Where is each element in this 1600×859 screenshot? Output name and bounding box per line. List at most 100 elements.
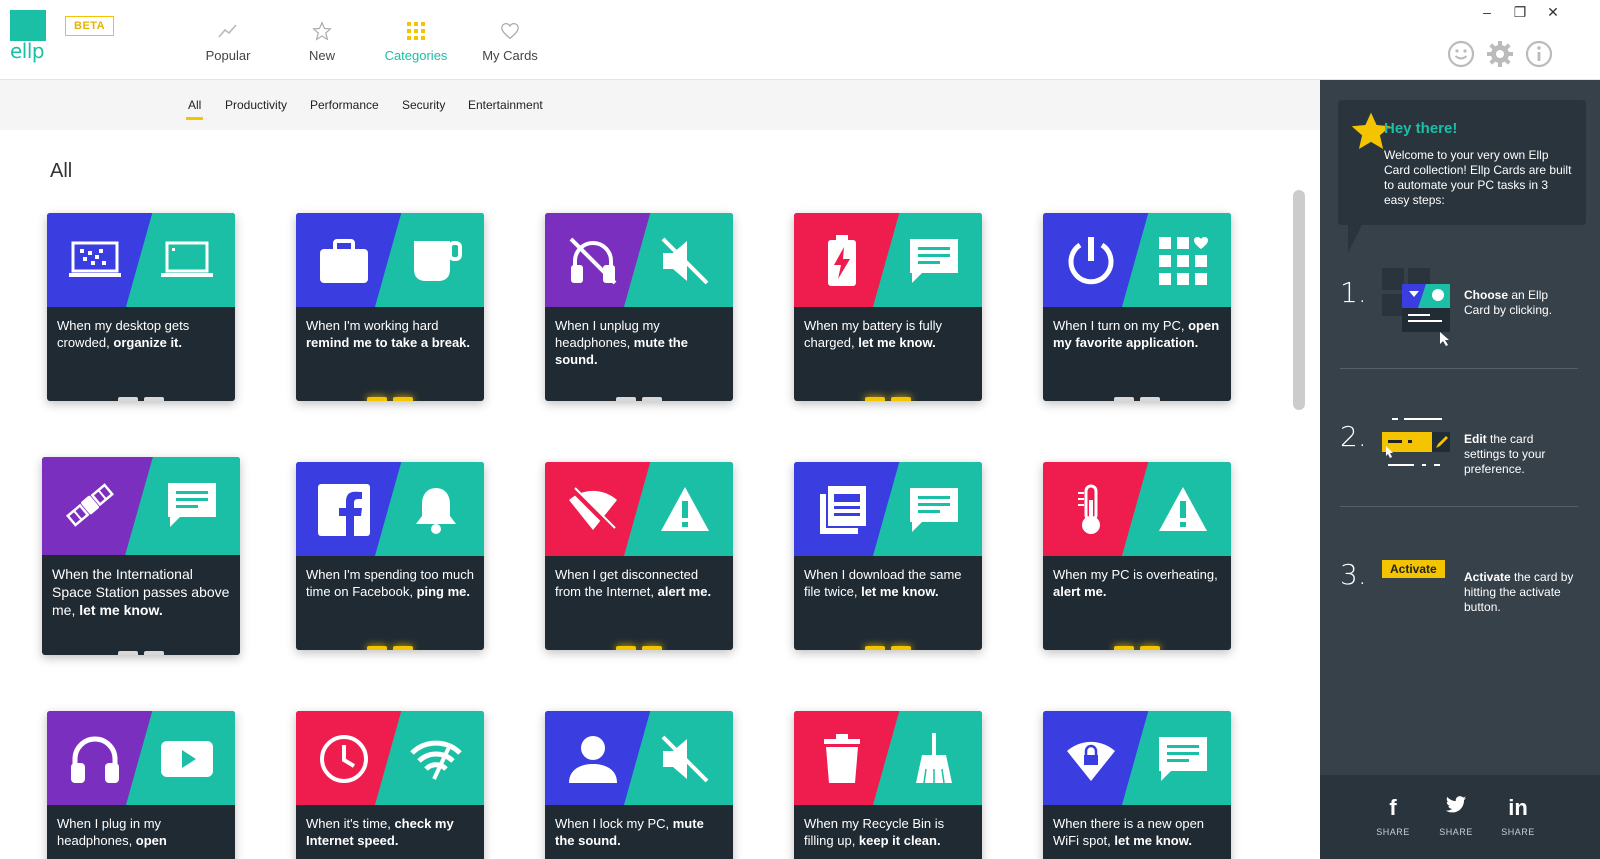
- card-art: [1043, 711, 1231, 805]
- wifi-lock-icon: [1065, 733, 1117, 785]
- ellp-card[interactable]: When my Recycle Bin is filling up, keep …: [794, 711, 982, 859]
- message-icon: [908, 484, 960, 536]
- card-description: When the International Space Station pas…: [52, 566, 230, 618]
- card-art: [296, 462, 484, 556]
- twitter-icon: [1436, 795, 1476, 823]
- filter-entertainment[interactable]: Entertainment: [468, 98, 543, 112]
- briefcase-icon: [318, 235, 370, 287]
- ellp-card[interactable]: When I get disconnected from the Interne…: [545, 462, 733, 650]
- ellp-card[interactable]: When I plug in my headphones, open: [47, 711, 235, 859]
- ellp-card[interactable]: When I'm working hard remind me to take …: [296, 213, 484, 401]
- card-art: [545, 462, 733, 556]
- user-icon: [567, 733, 619, 785]
- filter-performance[interactable]: Performance: [310, 98, 379, 112]
- filter-productivity[interactable]: Productivity: [225, 98, 287, 112]
- ellp-card[interactable]: When my PC is overheating, alert me.: [1043, 462, 1231, 650]
- card-description: When my desktop gets crowded, organize i…: [57, 318, 190, 350]
- welcome-bubble: Hey there! Welcome to your very own Ellp…: [1338, 100, 1586, 253]
- twitter-share-button[interactable]: SHARE: [1436, 795, 1476, 837]
- ellp-logo[interactable]: ellp: [10, 10, 46, 63]
- divider: [1340, 368, 1578, 369]
- card-description: When I plug in my headphones, open: [57, 816, 167, 848]
- linkedin-icon: in: [1508, 795, 1528, 820]
- step-2: 2. Edit the card settings to your prefer…: [1340, 410, 1580, 510]
- gear-icon[interactable]: [1485, 39, 1515, 69]
- heart-icon: [501, 23, 519, 40]
- ellp-card[interactable]: When my battery is fully charged, let me…: [794, 213, 982, 401]
- card-status-indicator: [367, 396, 413, 401]
- card-description: When I'm working hard remind me to take …: [306, 318, 471, 350]
- card-art: [296, 213, 484, 307]
- mute-icon: [659, 235, 711, 287]
- ellp-card[interactable]: When I download the same file twice, let…: [794, 462, 982, 650]
- ellp-card[interactable]: When there is a new open WiFi spot, let …: [1043, 711, 1231, 859]
- card-description: When I get disconnected from the Interne…: [555, 567, 712, 599]
- ellp-card[interactable]: When I unplug my headphones, mute the so…: [545, 213, 733, 401]
- close-button[interactable]: ✕: [1538, 4, 1568, 21]
- card-description: When my PC is overheating, alert me.: [1053, 567, 1218, 599]
- card-art: [545, 711, 733, 805]
- tab-popular[interactable]: Popular: [178, 18, 278, 63]
- facebook-icon: [318, 484, 370, 536]
- greeting: Hey there!: [1384, 120, 1458, 137]
- step-1-text: Choose an Ellp Card by clicking.: [1464, 288, 1553, 317]
- message-icon: [1157, 733, 1209, 785]
- card-art: [42, 457, 240, 555]
- activate-illustration: Activate: [1382, 560, 1445, 578]
- tab-categories[interactable]: Categories: [366, 18, 466, 63]
- card-description: When I download the same file twice, let…: [804, 567, 962, 599]
- facebook-icon: f: [1389, 795, 1397, 820]
- minimize-button[interactable]: –: [1472, 4, 1502, 20]
- star-icon: [312, 21, 332, 41]
- card-description: When my Recycle Bin is filling up, keep …: [804, 816, 945, 848]
- step-number: 1.: [1340, 276, 1367, 309]
- card-art: [296, 711, 484, 805]
- tab-my-cards-label: My Cards: [482, 48, 538, 63]
- card-status-indicator: [616, 645, 662, 650]
- card-art: [47, 711, 235, 805]
- step-3: 3. Activate Activate the card by hitting…: [1340, 548, 1580, 648]
- tab-new[interactable]: New: [272, 18, 372, 63]
- divider: [1340, 506, 1578, 507]
- filter-all[interactable]: All: [185, 98, 204, 120]
- youtube-icon: [161, 733, 213, 785]
- category-filter-bar: All Productivity Performance Security En…: [0, 80, 1320, 130]
- bell-icon: [410, 484, 462, 536]
- section-title: All: [50, 160, 73, 182]
- warning-icon: [1157, 484, 1209, 536]
- thermometer-icon: [1065, 484, 1117, 536]
- ellp-card[interactable]: When it's time, check my Internet speed.: [296, 711, 484, 859]
- card-status-indicator: [118, 396, 164, 401]
- apps-heart-icon: [1157, 235, 1209, 287]
- tab-new-label: New: [308, 48, 335, 63]
- filter-security[interactable]: Security: [402, 98, 445, 112]
- battery-charging-icon: [816, 235, 868, 287]
- ellp-card[interactable]: When I lock my PC, mute the sound.: [545, 711, 733, 859]
- card-art: [545, 213, 733, 307]
- ellp-card[interactable]: When the International Space Station pas…: [42, 457, 240, 655]
- facebook-share-button[interactable]: f SHARE: [1373, 795, 1413, 837]
- ellp-card[interactable]: When I'm spending too much time on Faceb…: [296, 462, 484, 650]
- ellp-card[interactable]: When I turn on my PC, open my favorite a…: [1043, 213, 1231, 401]
- card-art: [794, 711, 982, 805]
- trash-icon: [816, 733, 868, 785]
- ellp-card[interactable]: When my desktop gets crowded, organize i…: [47, 213, 235, 401]
- satellite-icon: [64, 479, 116, 531]
- step-number: 2.: [1340, 420, 1367, 453]
- card-description: When I'm spending too much time on Faceb…: [306, 567, 474, 599]
- scrollbar-thumb[interactable]: [1293, 190, 1305, 410]
- restore-button[interactable]: ❐: [1505, 4, 1535, 21]
- card-status-indicator: [865, 396, 911, 401]
- edit-card-icon: [1382, 418, 1450, 466]
- wifi-off-icon: [567, 484, 619, 536]
- linkedin-share-button[interactable]: in SHARE: [1498, 795, 1538, 837]
- logo-text: ellp: [10, 39, 45, 63]
- info-icon[interactable]: [1524, 39, 1554, 69]
- beta-badge: BETA: [65, 16, 115, 36]
- choose-card-icon: [1382, 268, 1450, 346]
- welcome-text: Welcome to your very own Ellp Card colle…: [1384, 148, 1572, 207]
- smiley-icon[interactable]: [1446, 39, 1476, 69]
- tab-my-cards[interactable]: My Cards: [460, 18, 560, 63]
- card-art: [794, 462, 982, 556]
- card-description: When I lock my PC, mute the sound.: [555, 816, 704, 848]
